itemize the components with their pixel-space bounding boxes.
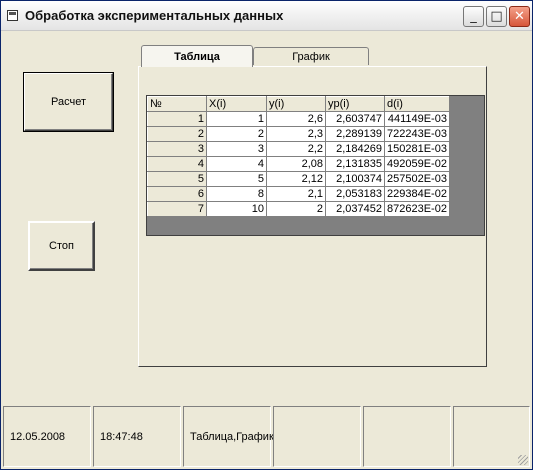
cell-d[interactable]: 150281E-03 (384, 141, 450, 157)
close-button[interactable]: ✕ (509, 6, 530, 27)
status-panel-empty (363, 406, 451, 467)
client-area: Расчет Стоп Таблица График № X(i) y(i) y… (1, 31, 532, 469)
status-panel-time: 18:47:48 (93, 406, 181, 467)
status-panel-mode: Таблица,График (183, 406, 274, 467)
calculate-button-label: Расчет (51, 96, 86, 108)
tab-graph[interactable]: График (253, 47, 369, 65)
app-window: Обработка экспериментальных данных _ □ ✕… (0, 0, 533, 470)
data-table: № X(i) y(i) yp(i) d(i) 1 1 2,6 2,603747 … (147, 96, 450, 217)
cell-x[interactable]: 4 (206, 156, 267, 172)
table-row[interactable]: 2 2 2,3 2,289139 722243E-03 (147, 126, 450, 142)
cell-d[interactable]: 872623E-02 (384, 201, 450, 217)
calculate-button[interactable]: Расчет (23, 72, 114, 132)
table-row[interactable]: 5 5 2,12 2,100374 257502E-03 (147, 171, 450, 187)
cell-yp[interactable]: 2,131835 (325, 156, 385, 172)
column-header[interactable]: X(i) (206, 96, 267, 112)
cell-x[interactable]: 1 (206, 111, 267, 127)
window-title: Обработка экспериментальных данных (25, 8, 284, 23)
cell-yp[interactable]: 2,184269 (325, 141, 385, 157)
table-row[interactable]: 3 3 2,2 2,184269 150281E-03 (147, 141, 450, 157)
column-header[interactable]: № (147, 96, 207, 112)
cell-y[interactable]: 2,3 (266, 126, 326, 142)
row-number: 6 (147, 186, 207, 202)
maximize-icon: □ (490, 9, 503, 24)
cell-x[interactable]: 10 (206, 201, 267, 217)
table-header-row: № X(i) y(i) yp(i) d(i) (147, 96, 450, 112)
cell-d[interactable]: 257502E-03 (384, 171, 450, 187)
row-number: 3 (147, 141, 207, 157)
cell-x[interactable]: 3 (206, 141, 267, 157)
table-row[interactable]: 6 8 2,1 2,053183 229384E-02 (147, 186, 450, 202)
cell-yp[interactable]: 2,037452 (325, 201, 385, 217)
cell-yp[interactable]: 2,289139 (325, 126, 385, 142)
cell-x[interactable]: 5 (206, 171, 267, 187)
stop-button-label: Стоп (49, 240, 74, 252)
cell-x[interactable]: 2 (206, 126, 267, 142)
status-panel-empty (453, 406, 530, 467)
status-bar: 12.05.2008 18:47:48 Таблица,График (1, 406, 532, 469)
table-row[interactable]: 4 4 2,08 2,131835 492059E-02 (147, 156, 450, 172)
cell-d[interactable]: 441149E-03 (384, 111, 450, 127)
row-number: 7 (147, 201, 207, 217)
row-number: 1 (147, 111, 207, 127)
status-mode: Таблица,График (190, 431, 274, 443)
status-time: 18:47:48 (100, 431, 143, 443)
cell-y[interactable]: 2,2 (266, 141, 326, 157)
column-header[interactable]: d(i) (384, 96, 450, 112)
cell-d[interactable]: 492059E-02 (384, 156, 450, 172)
cell-y[interactable]: 2 (266, 201, 326, 217)
data-grid[interactable]: № X(i) y(i) yp(i) d(i) 1 1 2,6 2,603747 … (146, 95, 485, 236)
row-number: 2 (147, 126, 207, 142)
column-header[interactable]: y(i) (266, 96, 326, 112)
cell-d[interactable]: 229384E-02 (384, 186, 450, 202)
cell-y[interactable]: 2,1 (266, 186, 326, 202)
minimize-button[interactable]: _ (463, 6, 484, 27)
row-number: 4 (147, 156, 207, 172)
minimize-icon: _ (470, 9, 477, 24)
cell-yp[interactable]: 2,100374 (325, 171, 385, 187)
close-icon: ✕ (514, 9, 525, 24)
status-date: 12.05.2008 (10, 431, 66, 443)
cell-yp[interactable]: 2,053183 (325, 186, 385, 202)
column-header[interactable]: yp(i) (325, 96, 385, 112)
table-row[interactable]: 1 1 2,6 2,603747 441149E-03 (147, 111, 450, 127)
maximize-button[interactable]: □ (486, 6, 507, 27)
cell-y[interactable]: 2,12 (266, 171, 326, 187)
title-bar[interactable]: Обработка экспериментальных данных _ □ ✕ (1, 1, 532, 31)
cell-x[interactable]: 8 (206, 186, 267, 202)
cell-d[interactable]: 722243E-03 (384, 126, 450, 142)
status-panel-date: 12.05.2008 (3, 406, 91, 467)
tab-table[interactable]: Таблица (141, 45, 253, 67)
cell-yp[interactable]: 2,603747 (325, 111, 385, 127)
row-number: 5 (147, 171, 207, 187)
cell-y[interactable]: 2,6 (266, 111, 326, 127)
table-row[interactable]: 7 10 2 2,037452 872623E-02 (147, 201, 450, 217)
resize-grip-icon[interactable] (518, 455, 528, 465)
app-icon (7, 10, 18, 21)
stop-button[interactable]: Стоп (28, 221, 95, 271)
cell-y[interactable]: 2,08 (266, 156, 326, 172)
status-panel-empty (273, 406, 361, 467)
